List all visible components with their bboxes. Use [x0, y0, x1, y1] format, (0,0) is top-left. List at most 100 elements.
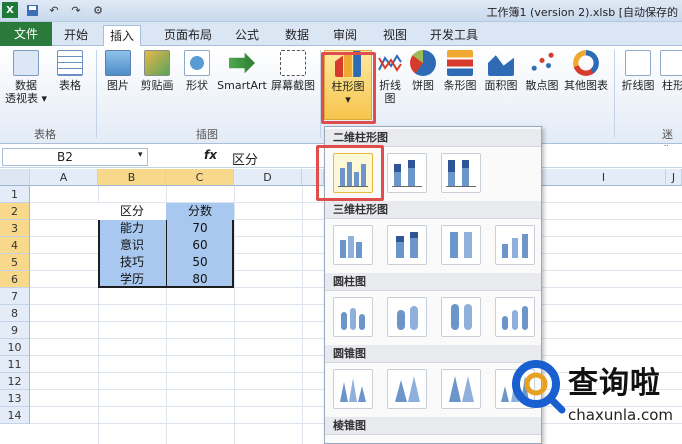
screenshot-button[interactable]: 屏幕截图	[270, 50, 316, 92]
tab-page-layout[interactable]: 页面布局	[158, 25, 218, 46]
table-cell-label[interactable]: 能力	[98, 220, 166, 237]
stacked-column-option[interactable]	[387, 153, 427, 193]
tab-developer[interactable]: 开发工具	[424, 25, 484, 46]
cylinder-3d-option[interactable]	[495, 297, 535, 337]
bar-chart-button[interactable]: 条形图	[440, 50, 480, 92]
column-header-c[interactable]: C	[166, 169, 234, 186]
pie-chart-button[interactable]: 饼图	[408, 50, 438, 92]
3d-clustered-column-option[interactable]	[333, 225, 373, 265]
fx-icon[interactable]: fx	[204, 148, 217, 162]
3d-percent-column-option[interactable]	[441, 225, 481, 265]
smartart-button[interactable]: SmartArt	[216, 50, 268, 92]
cylinder-stacked-option[interactable]	[387, 297, 427, 337]
select-all-corner[interactable]	[0, 169, 30, 186]
row-header[interactable]: 2	[0, 203, 30, 220]
row-header[interactable]: 9	[0, 322, 30, 339]
cone-stacked-option[interactable]	[387, 369, 427, 409]
row-header[interactable]: 1	[0, 186, 30, 203]
chevron-down-icon[interactable]: ▾	[138, 150, 143, 160]
column-header-j[interactable]: J	[666, 169, 682, 186]
table-cell-value[interactable]: 50	[166, 254, 234, 271]
custom-icon[interactable]: ⚙	[90, 2, 106, 18]
table-cell-value[interactable]: 80	[166, 271, 234, 288]
group-separator	[96, 50, 97, 138]
line-chart-button[interactable]: 折线图	[374, 50, 406, 105]
save-icon[interactable]	[24, 2, 40, 18]
row-header[interactable]: 14	[0, 407, 30, 424]
tab-review[interactable]: 审阅	[327, 25, 363, 46]
table-icon	[57, 50, 83, 76]
table-button[interactable]: 表格	[52, 50, 88, 92]
section-cylinder: 圆柱图	[325, 273, 541, 291]
formula-value[interactable]: 区分	[232, 149, 258, 168]
column-header-i[interactable]: I	[542, 169, 666, 186]
table-cell-label[interactable]: 意识	[98, 237, 166, 254]
table-header-score[interactable]: 分数	[166, 203, 234, 220]
undo-icon[interactable]: ↶	[46, 2, 62, 18]
sparkline-column-button[interactable]: 柱形	[658, 50, 682, 92]
name-box[interactable]: B2	[2, 148, 148, 166]
column-header-d[interactable]: D	[234, 169, 302, 186]
row-header[interactable]: 7	[0, 288, 30, 305]
row-header[interactable]: 5	[0, 254, 30, 271]
smartart-icon	[229, 52, 255, 74]
quick-access-toolbar: X ↶ ↷ ⚙	[2, 2, 106, 18]
screenshot-icon	[280, 50, 306, 76]
window-title: 工作簿1 (version 2).xlsb [自动保存的	[486, 6, 678, 19]
tab-formulas[interactable]: 公式	[229, 25, 265, 46]
line-chart-icon	[377, 50, 403, 76]
row-header[interactable]: 4	[0, 237, 30, 254]
watermark: 查询啦 chaxunla.com	[508, 354, 678, 438]
cone-clustered-option[interactable]	[333, 369, 373, 409]
row-header[interactable]: 12	[0, 373, 30, 390]
percent-stacked-column-option[interactable]	[441, 153, 481, 193]
sparkline-line-button[interactable]: 折线图	[618, 50, 658, 92]
cylinder-clustered-option[interactable]	[333, 297, 373, 337]
shapes-button[interactable]: 形状	[180, 50, 214, 92]
shapes-icon	[184, 50, 210, 76]
scatter-chart-icon	[529, 50, 555, 76]
row-header[interactable]: 11	[0, 356, 30, 373]
cylinder-percent-option[interactable]	[441, 297, 481, 337]
pivot-table-button[interactable]: 数据 透视表 ▾	[4, 50, 48, 105]
table-cell-label[interactable]: 学历	[98, 271, 166, 288]
section-3d-column: 三维柱形图	[325, 201, 541, 219]
ribbon-tabs: 文件 开始 插入 页面布局 公式 数据 审阅 视图 开发工具	[0, 22, 682, 47]
clip-art-button[interactable]: 剪贴画	[138, 50, 176, 92]
area-chart-icon	[488, 55, 514, 76]
scatter-chart-button[interactable]: 散点图	[522, 50, 562, 92]
tab-view[interactable]: 视图	[377, 25, 413, 46]
column-header-b[interactable]: B	[98, 169, 166, 186]
tab-file[interactable]: 文件	[0, 22, 52, 46]
3d-stacked-column-option[interactable]	[387, 225, 427, 265]
table-header-category[interactable]: 区分	[98, 203, 166, 220]
pivot-table-icon	[13, 50, 39, 76]
table-cell-label[interactable]: 技巧	[98, 254, 166, 271]
magnifier-logo-icon	[512, 360, 566, 414]
group-separator	[614, 50, 615, 138]
picture-button[interactable]: 图片	[100, 50, 136, 92]
highlight-clustered-column	[316, 145, 384, 201]
watermark-brand: 查询啦	[568, 366, 661, 401]
tab-home[interactable]: 开始	[58, 25, 94, 46]
table-cell-value[interactable]: 70	[166, 220, 234, 237]
table-cell-value[interactable]: 60	[166, 237, 234, 254]
picture-icon	[105, 50, 131, 76]
row-header[interactable]: 3	[0, 220, 30, 237]
redo-icon[interactable]: ↷	[68, 2, 84, 18]
tab-insert[interactable]: 插入	[103, 25, 142, 47]
excel-icon[interactable]: X	[2, 2, 18, 18]
row-header[interactable]: 8	[0, 305, 30, 322]
sparkline-column-icon	[660, 50, 682, 76]
cone-percent-option[interactable]	[441, 369, 481, 409]
row-header[interactable]: 13	[0, 390, 30, 407]
other-charts-button[interactable]: 其他图表	[562, 50, 610, 92]
area-chart-button[interactable]: 面积图	[482, 50, 520, 92]
highlight-column-chart	[321, 52, 376, 124]
column-header-a[interactable]: A	[30, 169, 98, 186]
row-header[interactable]: 10	[0, 339, 30, 356]
row-header[interactable]: 6	[0, 271, 30, 288]
3d-column-option[interactable]	[495, 225, 535, 265]
tab-data[interactable]: 数据	[279, 25, 315, 46]
title-bar: X ↶ ↷ ⚙ 工作簿1 (version 2).xlsb [自动保存的	[0, 0, 682, 22]
